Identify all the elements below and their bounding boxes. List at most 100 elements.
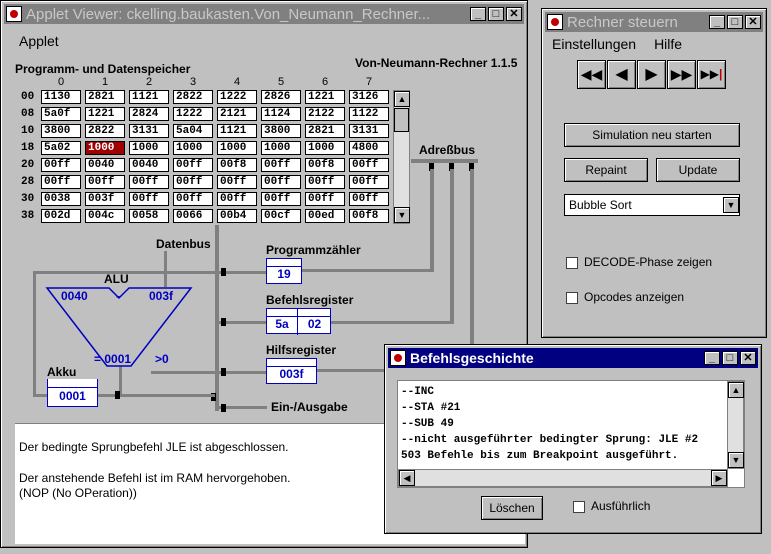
memory-cell[interactable]: 3131	[129, 124, 169, 138]
scroll-left-icon[interactable]: ◀	[399, 470, 415, 486]
memory-cell[interactable]: 00ff	[305, 192, 345, 206]
memory-cell[interactable]: 00ff	[349, 158, 389, 172]
memory-cell[interactable]: 3126	[349, 90, 389, 104]
clear-history-button[interactable]: Löschen	[481, 496, 543, 520]
memory-cell[interactable]: 1121	[217, 124, 257, 138]
history-hscroll[interactable]: ◀ ▶	[398, 469, 728, 487]
memory-cell[interactable]: 1130	[41, 90, 81, 104]
memory-cell[interactable]: 003f	[85, 192, 125, 206]
memory-cell[interactable]: 4800	[349, 141, 389, 155]
memory-cell[interactable]: 0058	[129, 209, 169, 223]
verbose-checkbox[interactable]	[573, 501, 585, 513]
scroll-down-icon[interactable]: ▼	[728, 452, 744, 468]
memory-cell[interactable]: 1000	[261, 141, 301, 155]
memory-cell[interactable]: 00ff	[41, 158, 81, 172]
memory-cell[interactable]: 2122	[305, 107, 345, 121]
scroll-down-icon[interactable]: ▼	[394, 207, 410, 223]
memory-cell[interactable]: 1000	[129, 141, 169, 155]
update-button[interactable]: Update	[656, 158, 740, 182]
close-button[interactable]: ✕	[740, 351, 756, 365]
play-icon[interactable]: ▶	[637, 60, 666, 89]
memory-cell[interactable]: 1000	[305, 141, 345, 155]
memory-cell[interactable]: 2821	[85, 90, 125, 104]
memory-cell[interactable]: 1124	[261, 107, 301, 121]
memory-cell[interactable]: 2822	[85, 124, 125, 138]
memory-cell[interactable]: 00ff	[349, 192, 389, 206]
close-button[interactable]: ✕	[506, 7, 522, 21]
minimize-button[interactable]: _	[704, 351, 720, 365]
memory-cell[interactable]: 2826	[261, 90, 301, 104]
memory-cell[interactable]: 00ff	[129, 175, 169, 189]
memory-cell[interactable]: 00f8	[349, 209, 389, 223]
memory-cell[interactable]: 0040	[129, 158, 169, 172]
minimize-button[interactable]: _	[470, 7, 486, 21]
memory-cell[interactable]: 3800	[41, 124, 81, 138]
rewind-icon[interactable]: ◀◀	[577, 60, 606, 89]
fast-forward-icon[interactable]: ▶▶	[667, 60, 696, 89]
memory-cell[interactable]: 00ff	[305, 175, 345, 189]
maximize-button[interactable]: □	[488, 7, 504, 21]
memory-cell[interactable]: 1222	[173, 107, 213, 121]
memory-cell[interactable]: 00ff	[261, 175, 301, 189]
memory-cell[interactable]: 0066	[173, 209, 213, 223]
restart-simulation-button[interactable]: Simulation neu starten	[564, 123, 740, 147]
memory-cell[interactable]: 1000	[173, 141, 213, 155]
decode-phase-checkbox[interactable]	[566, 257, 578, 269]
memory-cell[interactable]: 1000	[85, 141, 125, 155]
skip-to-end-icon[interactable]: ▶▶|	[697, 60, 726, 89]
maximize-button[interactable]: □	[722, 351, 738, 365]
history-text-area[interactable]: --INC --STA #21 --SUB 49 --nicht ausgefü…	[397, 380, 745, 488]
menu-einstellungen[interactable]: Einstellungen	[552, 36, 636, 52]
memory-cell[interactable]: 00ed	[305, 209, 345, 223]
memory-cell[interactable]: 2821	[305, 124, 345, 138]
memory-cell[interactable]: 5a04	[173, 124, 213, 138]
memory-cell[interactable]: 00ff	[261, 192, 301, 206]
memory-cell[interactable]: 00ff	[349, 175, 389, 189]
applet-titlebar[interactable]: Applet Viewer: ckelling.baukasten.Von_Ne…	[4, 4, 524, 24]
memory-cell[interactable]: 00f8	[217, 158, 257, 172]
memory-cell[interactable]: 0040	[85, 158, 125, 172]
memory-cell[interactable]: 5a02	[41, 141, 81, 155]
scroll-up-icon[interactable]: ▲	[728, 382, 744, 398]
memory-cell[interactable]: 002d	[41, 209, 81, 223]
memory-cell[interactable]: 3131	[349, 124, 389, 138]
memory-cell[interactable]: 00ff	[173, 192, 213, 206]
memory-cell[interactable]: 00ff	[217, 192, 257, 206]
memory-cell[interactable]: 00ff	[41, 175, 81, 189]
memory-cell[interactable]: 00ff	[129, 192, 169, 206]
memory-scrollbar[interactable]: ▲ ▼	[393, 90, 410, 224]
memory-cell[interactable]: 00ff	[261, 158, 301, 172]
history-vscroll[interactable]: ▲ ▼	[727, 381, 744, 469]
memory-cell[interactable]: 5a0f	[41, 107, 81, 121]
memory-cell[interactable]: 00ff	[173, 175, 213, 189]
memory-cell[interactable]: 2824	[129, 107, 169, 121]
memory-cell[interactable]: 1122	[349, 107, 389, 121]
scroll-thumb[interactable]	[394, 108, 409, 132]
chevron-down-icon[interactable]: ▼	[723, 197, 739, 213]
memory-cell[interactable]: 1221	[85, 107, 125, 121]
memory-cell[interactable]: 00f8	[305, 158, 345, 172]
memory-cell[interactable]: 1121	[129, 90, 169, 104]
memory-cell[interactable]: 00ff	[173, 158, 213, 172]
memory-cell[interactable]: 00ff	[85, 175, 125, 189]
memory-cell[interactable]: 1222	[217, 90, 257, 104]
memory-cell[interactable]: 00cf	[261, 209, 301, 223]
step-back-icon[interactable]: ◀	[607, 60, 636, 89]
memory-cell[interactable]: 0038	[41, 192, 81, 206]
memory-cell[interactable]: 2822	[173, 90, 213, 104]
control-titlebar[interactable]: Rechner steuern _ □ ✕	[545, 12, 763, 32]
opcodes-checkbox[interactable]	[566, 292, 578, 304]
memory-cell[interactable]: 00ff	[217, 175, 257, 189]
history-titlebar[interactable]: Befehlsgeschichte _ □ ✕	[388, 348, 758, 368]
memory-cell[interactable]: 1000	[217, 141, 257, 155]
memory-cell[interactable]: 004c	[85, 209, 125, 223]
program-select[interactable]: Bubble Sort ▼	[564, 194, 740, 216]
memory-cell[interactable]: 00b4	[217, 209, 257, 223]
menu-hilfe[interactable]: Hilfe	[654, 36, 682, 52]
memory-cell[interactable]: 2121	[217, 107, 257, 121]
maximize-button[interactable]: □	[727, 15, 743, 29]
scroll-right-icon[interactable]: ▶	[711, 470, 727, 486]
repaint-button[interactable]: Repaint	[564, 158, 648, 182]
menu-applet[interactable]: Applet	[19, 33, 59, 49]
memory-cell[interactable]: 3800	[261, 124, 301, 138]
